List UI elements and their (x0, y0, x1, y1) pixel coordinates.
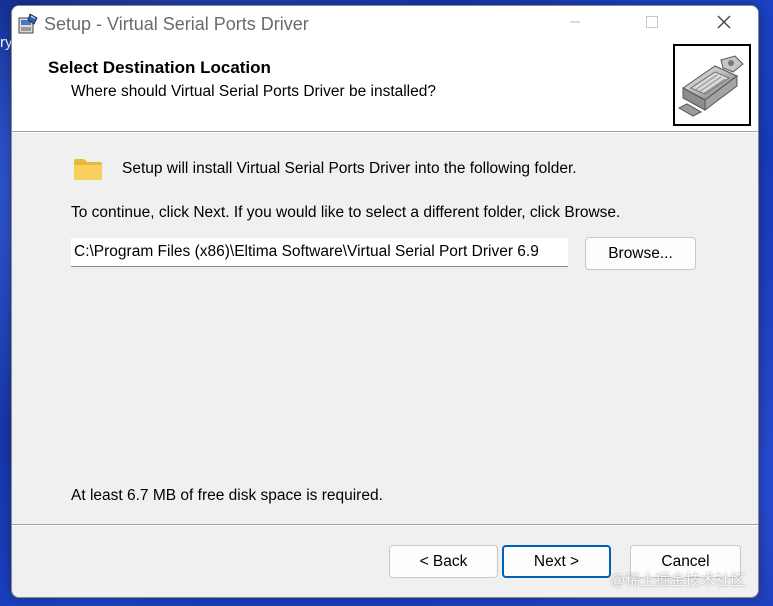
install-intro-text: Setup will install Virtual Serial Ports … (122, 160, 577, 177)
watermark-text: @稀土掘金技术社区 (610, 572, 746, 589)
close-icon (716, 14, 732, 35)
next-button[interactable]: Next > (502, 545, 611, 578)
disk-space-text: At least 6.7 MB of free disk space is re… (71, 487, 383, 504)
minimize-button[interactable] (552, 6, 598, 42)
maximize-button[interactable] (629, 6, 675, 42)
window-title: Setup - Virtual Serial Ports Driver (44, 14, 309, 34)
footer-divider (12, 524, 758, 526)
browse-button[interactable]: Browse... (585, 237, 696, 270)
destination-path-input[interactable] (71, 238, 568, 267)
setup-installer-icon (16, 12, 40, 36)
title-bar[interactable]: Setup - Virtual Serial Ports Driver (12, 6, 758, 42)
maximize-icon (645, 15, 659, 34)
folder-icon (73, 157, 103, 181)
setup-window: Setup - Virtual Serial Ports Driver Sele… (11, 5, 759, 598)
header-divider (12, 131, 758, 133)
serial-port-connector-image (673, 44, 751, 126)
minimize-icon (569, 15, 581, 33)
close-button[interactable] (701, 6, 747, 42)
instruction-text: To continue, click Next. If you would li… (71, 204, 621, 221)
page-title: Select Destination Location (48, 58, 271, 77)
wizard-header: Select Destination Location Where should… (12, 42, 758, 131)
back-button[interactable]: < Back (389, 545, 498, 578)
page-subtitle: Where should Virtual Serial Ports Driver… (71, 83, 436, 100)
